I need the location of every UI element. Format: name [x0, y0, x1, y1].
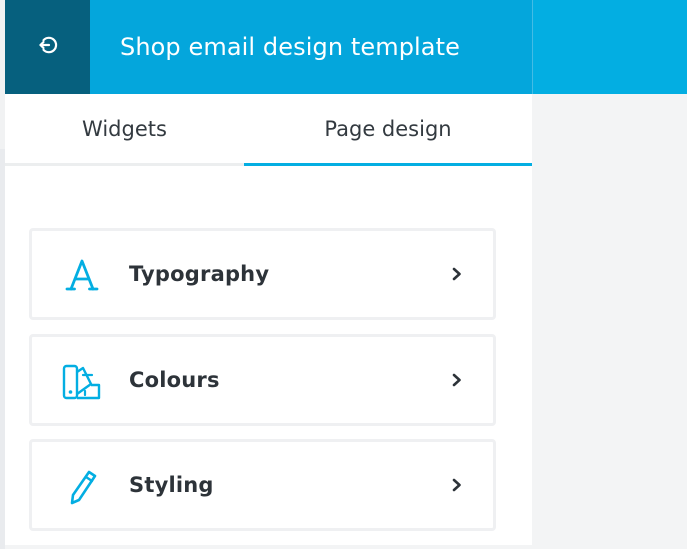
menu-item-label: Typography: [129, 262, 270, 286]
tab-bar: Widgets Page design: [5, 94, 532, 166]
chevron-right-icon: [451, 231, 463, 317]
menu-item-colours[interactable]: Colours: [29, 334, 496, 426]
tab-widgets-label: Widgets: [82, 116, 167, 141]
tab-page-design[interactable]: Page design: [244, 94, 532, 163]
design-panel: Widgets Page design Typography Colours S…: [0, 94, 532, 549]
tab-underline-active: [244, 163, 532, 166]
header-title-area: Shop email design template: [90, 0, 533, 94]
chevron-right-icon: [451, 442, 463, 528]
header-divider: [532, 0, 533, 94]
tab-widgets[interactable]: Widgets: [5, 94, 244, 163]
back-arrow-circle-icon: [35, 32, 61, 62]
colour-swatches-icon: [59, 359, 105, 405]
header-bar: Shop email design template: [5, 0, 687, 94]
menu-item-label: Colours: [129, 368, 220, 392]
back-button[interactable]: [5, 0, 90, 94]
tab-underline-inactive: [5, 163, 244, 166]
panel-gutter: [0, 149, 5, 549]
chevron-right-icon: [451, 337, 463, 423]
menu-item-typography[interactable]: Typography: [29, 228, 496, 320]
pencil-icon: [59, 464, 105, 510]
tab-page-design-label: Page design: [324, 116, 452, 141]
typography-icon: [59, 253, 105, 299]
page-title: Shop email design template: [120, 33, 460, 61]
menu-item-label: Styling: [129, 473, 214, 497]
menu-item-styling[interactable]: Styling: [29, 439, 496, 531]
